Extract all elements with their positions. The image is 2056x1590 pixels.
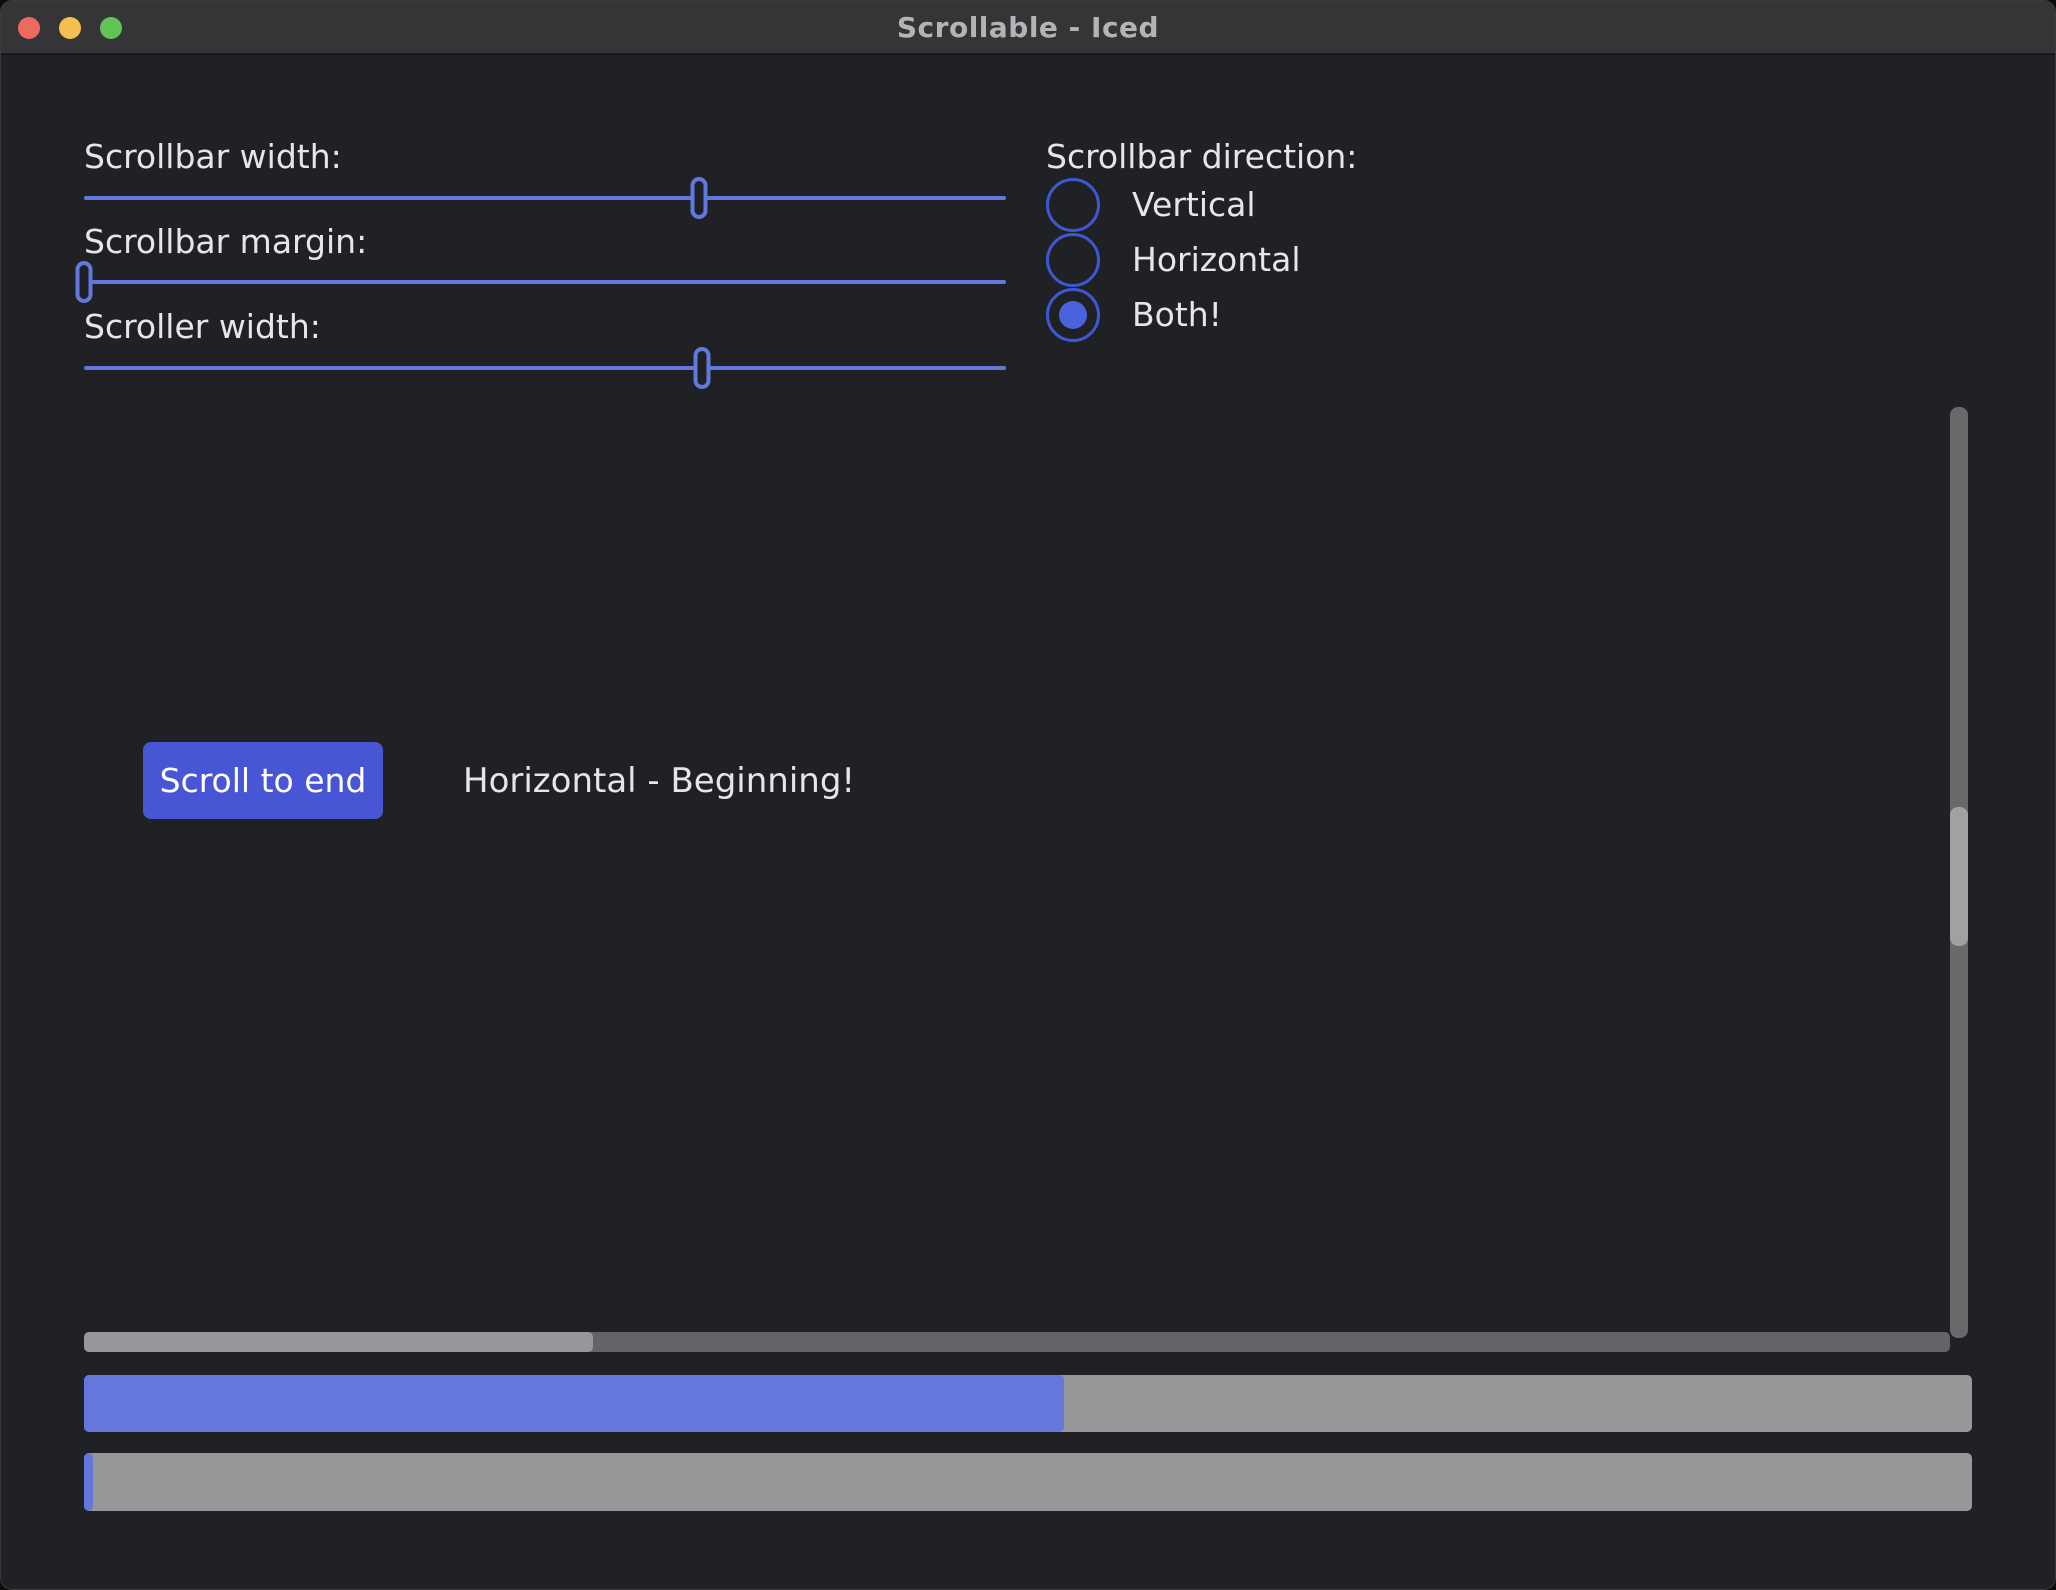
radio-circle[interactable] [1046, 233, 1100, 287]
traffic-lights [18, 17, 122, 39]
progress-fill [84, 1375, 1064, 1432]
radio-label: Horizontal [1132, 240, 1301, 279]
slider-handle[interactable] [76, 261, 93, 303]
app-window: Scrollable - Iced Scrollbar width: Scrol… [0, 0, 2056, 1590]
scrollbar-margin-slider[interactable] [84, 260, 1006, 304]
radio-horizontal[interactable]: Horizontal [1046, 232, 1301, 287]
vertical-scrollbar-thumb[interactable] [1950, 807, 1968, 946]
slider-rail[interactable] [84, 280, 1006, 284]
zoom-icon[interactable] [100, 17, 122, 39]
scrollbar-direction-label: Scrollbar direction: [1046, 137, 1357, 176]
radio-circle[interactable] [1046, 288, 1100, 342]
radio-dot [1059, 301, 1087, 329]
close-icon[interactable] [18, 17, 40, 39]
minimize-icon[interactable] [59, 17, 81, 39]
slider-handle[interactable] [693, 347, 710, 389]
radio-circle[interactable] [1046, 178, 1100, 232]
scrollbar-width-slider[interactable] [84, 176, 1006, 220]
radio-vertical[interactable]: Vertical [1046, 177, 1256, 232]
slider-rail[interactable] [84, 196, 1006, 200]
scroll-to-end-button[interactable]: Scroll to end [143, 742, 383, 819]
radio-both[interactable]: Both! [1046, 287, 1222, 342]
scroller-width-label: Scroller width: [84, 307, 321, 346]
horizontal-scrollbar-thumb[interactable] [84, 1332, 593, 1352]
vertical-progress-bar [84, 1453, 1972, 1511]
horizontal-progress-bar [84, 1375, 1972, 1432]
slider-handle[interactable] [690, 177, 707, 219]
scrollbar-margin-label: Scrollbar margin: [84, 222, 367, 261]
slider-rail[interactable] [84, 366, 1006, 370]
scroll-status-text: Horizontal - Beginning! [463, 742, 855, 819]
scroller-width-slider[interactable] [84, 346, 1006, 390]
scrollbar-width-label: Scrollbar width: [84, 137, 342, 176]
radio-label: Both! [1132, 295, 1222, 334]
radio-label: Vertical [1132, 185, 1256, 224]
horizontal-scrollbar-track[interactable] [84, 1332, 1950, 1352]
titlebar: Scrollable - Iced [1, 1, 2055, 55]
window-title: Scrollable - Iced [897, 11, 1159, 44]
progress-fill [84, 1453, 93, 1511]
vertical-scrollbar-track[interactable] [1950, 407, 1968, 1338]
